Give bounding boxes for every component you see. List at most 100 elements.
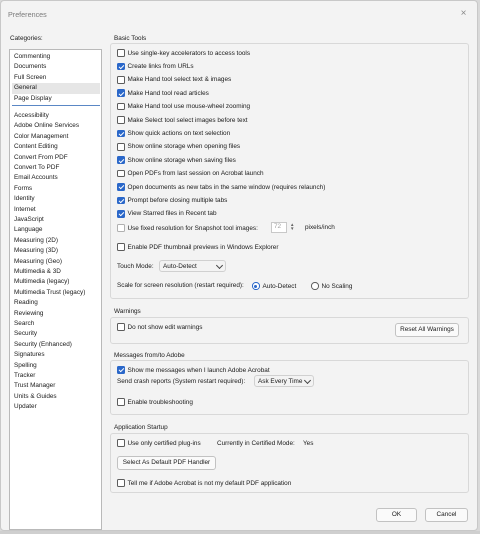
category-item[interactable]: Identity [12,194,100,204]
thumbnail-preview-option[interactable]: Enable PDF thumbnail previews in Windows… [117,242,278,252]
category-item[interactable]: Full Screen [12,73,100,83]
warnings-title: Warnings [114,308,141,315]
category-item[interactable]: Color Management [12,132,100,142]
snapshot-resolution-checkbox[interactable] [117,224,125,232]
category-item[interactable]: Language [12,225,100,235]
touch-mode-value: Auto-Detect [163,262,197,270]
category-item[interactable]: Measuring (3D) [12,246,100,256]
close-icon[interactable]: × [458,8,469,19]
option-checkbox[interactable] [117,62,125,71]
show-messages-option[interactable]: Show me messages when I launch Adobe Acr… [117,365,270,375]
category-item[interactable]: JavaScript [12,215,100,225]
certified-plugins-option[interactable]: Use only certified plug-ins [117,438,201,448]
snapshot-resolution-option[interactable]: Use fixed resolution for Snapshot tool i… [117,223,258,233]
default-app-notice-label: Tell me if Adobe Acrobat is not my defau… [127,479,292,487]
snapshot-resolution-input[interactable]: 72 [271,222,287,233]
option-checkbox[interactable] [117,89,125,97]
category-item[interactable]: General [12,83,100,94]
spinner-arrows-icon[interactable]: ▲ ▼ [290,222,294,231]
option-checkbox[interactable] [117,196,125,205]
category-item[interactable]: Content Editing [12,142,100,152]
chevron-down-icon [303,376,312,385]
category-item[interactable]: Security (Enhanced) [12,340,100,350]
certified-plugins-checkbox[interactable] [117,439,125,447]
category-item[interactable]: Internet [12,205,100,215]
basic-tools-option[interactable]: Show quick actions on text selection [117,128,230,138]
basic-tools-option[interactable]: Make Hand tool select text & images [117,75,231,85]
category-item[interactable]: Convert To PDF [12,163,100,173]
basic-tools-option[interactable]: Prompt before closing multiple tabs [117,195,227,205]
option-checkbox[interactable] [117,76,125,84]
scale-auto-detect-option[interactable]: Auto-Detect [252,281,296,291]
crash-reports-select[interactable]: Ask Every Time [254,375,314,387]
basic-tools-option[interactable]: Make Hand tool use mouse-wheel zooming [117,102,250,112]
category-item[interactable]: Email Accounts [12,173,100,183]
category-item[interactable]: Accessibility [12,111,100,121]
categories-divider [12,105,100,106]
scale-no-scaling-option[interactable]: No Scaling [311,281,352,291]
option-checkbox[interactable] [117,143,125,151]
option-checkbox[interactable] [117,183,125,191]
category-item[interactable]: Forms [12,184,100,194]
touch-mode-select[interactable]: Auto-Detect [159,260,226,272]
edit-warnings-option[interactable]: Do not show edit warnings [117,322,202,332]
basic-tools-option[interactable]: Open documents as new tabs in the same w… [117,182,325,192]
category-item[interactable]: Documents [12,62,100,72]
reset-warnings-button[interactable]: Reset All Warnings [395,323,459,337]
basic-tools-option[interactable]: Open PDFs from last session on Acrobat l… [117,169,264,179]
option-checkbox[interactable] [117,49,125,57]
category-item[interactable]: Reading [12,298,100,308]
category-item[interactable]: Updater [12,402,100,412]
category-item[interactable]: Adobe Online Services [12,121,100,131]
basic-tools-option[interactable]: Make Select tool select images before te… [117,115,248,125]
default-app-notice-checkbox[interactable] [117,479,125,487]
category-item[interactable]: Tracker [12,371,100,381]
category-item[interactable]: Trust Manager [12,381,100,391]
scale-auto-detect-radio[interactable] [252,282,260,290]
startup-title: Application Startup [114,424,168,431]
category-item[interactable]: Multimedia Trust (legacy) [12,288,100,298]
option-checkbox[interactable] [117,129,125,138]
category-item[interactable]: Reviewing [12,309,100,319]
scale-label: Scale for screen resolution (restart req… [117,282,244,289]
option-checkbox[interactable] [117,102,125,111]
show-messages-checkbox[interactable] [117,366,125,374]
category-item[interactable]: Spelling [12,361,100,371]
edit-warnings-checkbox[interactable] [117,323,125,331]
option-label: Show online storage when opening files [127,143,241,151]
option-checkbox[interactable] [117,169,125,178]
snapshot-unit-label: pixels/inch [305,224,335,231]
troubleshooting-option[interactable]: Enable troubleshooting [117,397,193,407]
category-item[interactable]: Convert From PDF [12,153,100,163]
basic-tools-option[interactable]: Show online storage when saving files [117,155,236,165]
category-item[interactable]: Units & Guides [12,392,100,402]
option-checkbox[interactable] [117,210,125,218]
default-pdf-handler-button[interactable]: Select As Default PDF Handler [117,456,216,470]
category-item[interactable]: Page Display [12,94,100,104]
basic-tools-option[interactable]: Use single-key accelerators to access to… [117,48,250,58]
category-item[interactable]: Commenting [12,52,100,62]
basic-tools-option[interactable]: View Starred files in Recent tab [117,209,217,219]
thumbnail-preview-checkbox[interactable] [117,243,125,251]
scale-no-scaling-radio[interactable] [311,282,319,290]
option-label: Make Hand tool select text & images [127,76,232,84]
default-app-notice-option[interactable]: Tell me if Adobe Acrobat is not my defau… [117,478,291,488]
troubleshooting-checkbox[interactable] [117,398,125,406]
ok-button[interactable]: OK [376,508,417,522]
basic-tools-option[interactable]: Show online storage when opening files [117,142,240,152]
category-item[interactable]: Multimedia & 3D [12,267,100,277]
cancel-button[interactable]: Cancel [425,508,468,522]
category-item[interactable]: Measuring (2D) [12,236,100,246]
category-item[interactable]: Security [12,329,100,339]
option-label: Open documents as new tabs in the same w… [127,183,326,191]
category-item[interactable]: Multimedia (legacy) [12,277,100,287]
category-item[interactable]: Search [12,319,100,329]
basic-tools-option[interactable]: Create links from URLs [117,61,194,71]
crash-reports-label: Send crash reports (System restart requi… [117,378,246,385]
option-checkbox[interactable] [117,156,125,164]
basic-tools-option[interactable]: Make Hand tool read articles [117,88,209,98]
categories-list[interactable]: Commenting Documents Full Screen General Pag… [9,49,102,530]
category-item[interactable]: Signatures [12,350,100,360]
category-item[interactable]: Measuring (Geo) [12,257,100,267]
option-checkbox[interactable] [117,116,125,124]
